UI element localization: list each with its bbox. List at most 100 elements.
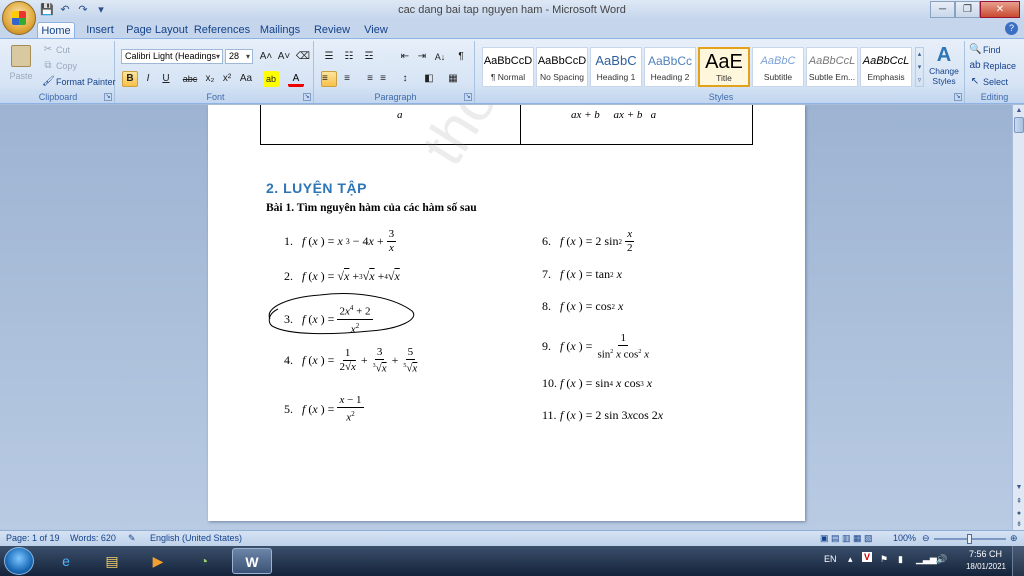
zoom-slider[interactable]	[934, 534, 1006, 544]
style-emphasis[interactable]: AaBbCcL Emphasis	[860, 47, 912, 87]
styles-launcher[interactable]: ↘	[954, 93, 962, 101]
font-color-button[interactable]: A	[288, 71, 304, 87]
sort-button[interactable]: A↓	[432, 49, 448, 65]
highlight-button[interactable]: ab	[263, 71, 279, 87]
change-case-button[interactable]: Aa	[238, 71, 254, 87]
tab-references[interactable]: References	[193, 22, 251, 38]
zoom-in-icon[interactable]: ⊕	[1010, 533, 1018, 544]
numbering-button[interactable]: ☷	[341, 49, 357, 65]
line-spacing-button[interactable]: ↕	[397, 71, 413, 87]
replace-button[interactable]: ab Replace	[969, 60, 1016, 72]
scroll-up-arrow[interactable]: ▲	[1014, 106, 1024, 116]
view-buttons[interactable]: ▣ ▤ ▥ ▦ ▧	[820, 533, 873, 544]
select-button[interactable]: ↖ Select	[969, 76, 1008, 88]
file-explorer-icon[interactable]: ▤	[92, 548, 132, 574]
document-page[interactable]: a ax + b ax + b a thonlin 2. LUYỆN TẬP B…	[208, 105, 805, 521]
tab-mailings[interactable]: Mailings	[257, 22, 303, 38]
subscript-button[interactable]: x₂	[202, 71, 218, 87]
italic-button[interactable]: I	[140, 71, 156, 87]
tray-expand-icon[interactable]: ▴	[848, 554, 853, 565]
change-styles-button[interactable]: A Change Styles	[926, 44, 962, 88]
next-page-icon[interactable]: ⇟	[1014, 520, 1024, 530]
style-name: Title	[716, 73, 732, 83]
proofing-icon[interactable]: ✎	[128, 533, 136, 544]
center-button[interactable]: ≡	[339, 71, 355, 87]
maximize-button[interactable]: ❐	[955, 1, 980, 18]
multilevel-list-button[interactable]: ☲	[361, 49, 377, 65]
style-no-spacing[interactable]: AaBbCcD No Spacing	[536, 47, 588, 87]
office-button[interactable]	[2, 1, 36, 35]
cut-button[interactable]: ✂ Cut	[42, 44, 70, 56]
tray-flag-icon[interactable]: ⚑	[880, 554, 888, 565]
page-count[interactable]: Page: 1 of 19	[6, 533, 60, 543]
tray-signal-icon[interactable]: ▁▃▅	[916, 554, 937, 565]
scroll-thumb[interactable]	[1014, 117, 1024, 133]
styles-scroll[interactable]: ▴ ▾ ▿	[915, 47, 924, 87]
style-subtitle[interactable]: AaBbC Subtitle	[752, 47, 804, 87]
bold-button[interactable]: B	[122, 71, 138, 87]
scroll-down-arrow[interactable]: ▼	[1014, 483, 1024, 493]
previous-page-icon[interactable]: ⇞	[1014, 497, 1024, 507]
tab-view[interactable]: View	[360, 22, 392, 38]
internet-explorer-icon[interactable]: e	[46, 548, 86, 574]
language-indicator[interactable]: English (United States)	[150, 533, 242, 543]
style-title[interactable]: AaE Title	[698, 47, 750, 87]
shading-button[interactable]: ◧	[421, 71, 437, 87]
clock-time[interactable]: 7:56 CH	[969, 549, 1002, 559]
media-player-icon[interactable]: ▶	[138, 548, 178, 574]
bullets-button[interactable]: ☰	[321, 49, 337, 65]
shrink-font-button[interactable]: A˅	[276, 49, 292, 65]
start-button[interactable]	[4, 547, 34, 575]
volume-icon[interactable]: 🔊	[936, 554, 947, 565]
vertical-scrollbar[interactable]: ▲ ▼ ⇞ ● ⇟	[1012, 105, 1024, 530]
tray-network-icon[interactable]: ▮	[898, 554, 903, 565]
input-language[interactable]: EN	[824, 554, 837, 564]
tab-page-layout[interactable]: Page Layout	[126, 22, 188, 38]
align-right-button[interactable]: ≡	[357, 71, 373, 87]
close-button[interactable]: ✕	[980, 1, 1020, 18]
style-heading-1[interactable]: AaBbC Heading 1	[590, 47, 642, 87]
font-launcher[interactable]: ↘	[303, 93, 311, 101]
word-count[interactable]: Words: 620	[70, 533, 116, 543]
increase-indent-button[interactable]: ⇥	[414, 49, 430, 65]
clock-date[interactable]: 18/01/2021	[966, 562, 1006, 571]
tab-home[interactable]: Home	[37, 22, 75, 38]
format-painter-button[interactable]: 🖌 Format Painter	[42, 76, 116, 88]
copy-button[interactable]: ⧉ Copy	[42, 60, 77, 72]
clear-format-button[interactable]: ⌫	[295, 49, 311, 65]
style-subtle-emphasis[interactable]: AaBbCcL Subtle Em...	[806, 47, 858, 87]
style-heading-2[interactable]: AaBbCc Heading 2	[644, 47, 696, 87]
help-icon[interactable]: ?	[1005, 22, 1018, 35]
tray-app-icon[interactable]: V	[862, 552, 873, 562]
strikethrough-button[interactable]: abc	[182, 71, 198, 87]
find-button[interactable]: 🔍 Find	[969, 44, 1001, 56]
browse-object-icon[interactable]: ●	[1014, 509, 1024, 519]
paste-button[interactable]: Paste	[6, 43, 36, 87]
zoom-out-icon[interactable]: ⊖	[922, 533, 930, 544]
clipboard-launcher[interactable]: ↘	[104, 93, 112, 101]
superscript-button[interactable]: x²	[219, 71, 235, 87]
show-desktop-button[interactable]	[1012, 546, 1024, 576]
style-name: Emphasis	[867, 72, 905, 82]
zoom-slider-thumb[interactable]	[967, 534, 972, 544]
word-taskbar-icon[interactable]: W	[232, 548, 272, 574]
cut-label: Cut	[56, 45, 71, 55]
borders-button[interactable]: ▦	[445, 71, 461, 87]
tab-insert[interactable]: Insert	[80, 22, 120, 38]
font-size-select[interactable]: 28	[225, 49, 253, 64]
copy-label: Copy	[56, 61, 78, 71]
grow-font-button[interactable]: A˄	[258, 49, 274, 65]
style-normal[interactable]: AaBbCcD ¶ Normal	[482, 47, 534, 87]
justify-button[interactable]: ≡	[375, 71, 391, 87]
minimize-button[interactable]: ─	[930, 1, 955, 18]
paragraph-launcher[interactable]: ↘	[464, 93, 472, 101]
editing-group: 🔍 Find ab Replace ↖ Select Editing	[967, 41, 1022, 103]
align-left-button[interactable]: ≡	[321, 71, 337, 87]
font-family-select[interactable]: Calibri Light (Headings	[121, 49, 223, 64]
app-icon[interactable]: ◔	[184, 548, 224, 574]
show-formatting-button[interactable]: ¶	[453, 49, 469, 65]
decrease-indent-button[interactable]: ⇤	[397, 49, 413, 65]
tab-review[interactable]: Review	[311, 22, 353, 38]
zoom-level[interactable]: 100%	[893, 533, 916, 543]
underline-button[interactable]: U	[158, 71, 174, 87]
